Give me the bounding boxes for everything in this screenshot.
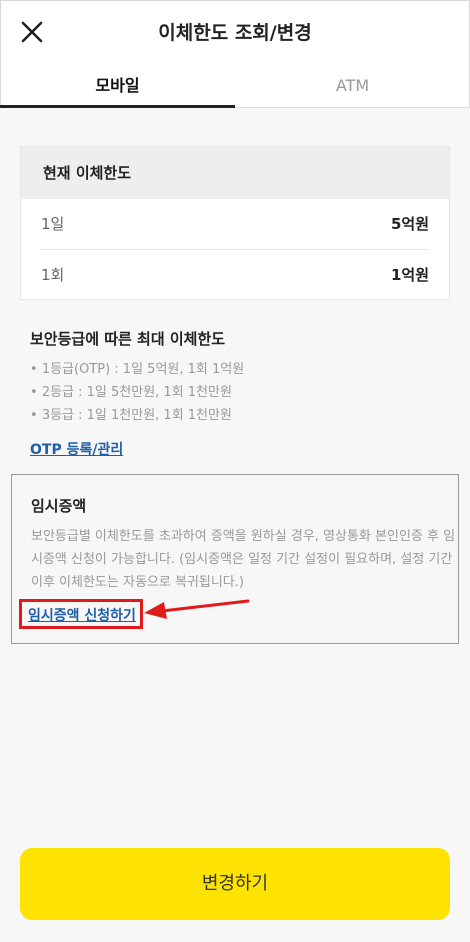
security-limit-list: • 1등급(OTP) : 1일 5억원, 1회 1억원 • 2등급 : 1일 5…: [30, 358, 244, 427]
otp-manage-link[interactable]: OTP 등록/관리: [30, 439, 123, 459]
highlight-box: 임시증액 신청하기: [19, 599, 143, 629]
limit-value: 5억원: [390, 215, 429, 233]
temporary-increase-description: 보안등급별 이체한도를 초과하여 증액을 원하실 경우, 영상통화 본인인증 후…: [31, 529, 456, 590]
page-title: 이체한도 조회/변경: [158, 22, 312, 44]
limit-label: 1일: [41, 215, 65, 233]
list-item: • 2등급 : 1일 5천만원, 1회 1천만원: [30, 385, 232, 400]
tab-atm[interactable]: ATM: [235, 64, 470, 108]
limit-label: 1회: [41, 266, 65, 284]
security-limit-title: 보안등급에 따른 최대 이체한도: [30, 330, 226, 348]
list-item: • 3등급 : 1일 1천만원, 1회 1천만원: [30, 408, 232, 423]
content-area: 현재 이체한도 1일 5억원 1회 1억원 보안등급에 따른 최대 이체한도 •…: [0, 108, 470, 942]
limit-row-daily: 1일 5억원: [41, 199, 429, 249]
current-limit-card: 현재 이체한도 1일 5억원 1회 1억원: [20, 146, 450, 300]
app-header: 이체한도 조회/변경: [0, 0, 470, 64]
red-arrow-icon: [144, 599, 250, 619]
tab-bar: 모바일 ATM: [0, 64, 470, 108]
temporary-increase-link[interactable]: 임시증액 신청하기: [28, 605, 136, 625]
change-button[interactable]: 변경하기: [20, 848, 450, 920]
temporary-increase-title: 임시증액: [31, 497, 87, 515]
list-item: • 1등급(OTP) : 1일 5억원, 1회 1억원: [30, 362, 245, 377]
limit-row-per-transfer: 1회 1억원: [41, 249, 429, 299]
current-limit-heading: 현재 이체한도: [21, 147, 449, 199]
limit-value: 1억원: [390, 266, 429, 284]
tab-mobile[interactable]: 모바일: [0, 64, 235, 108]
